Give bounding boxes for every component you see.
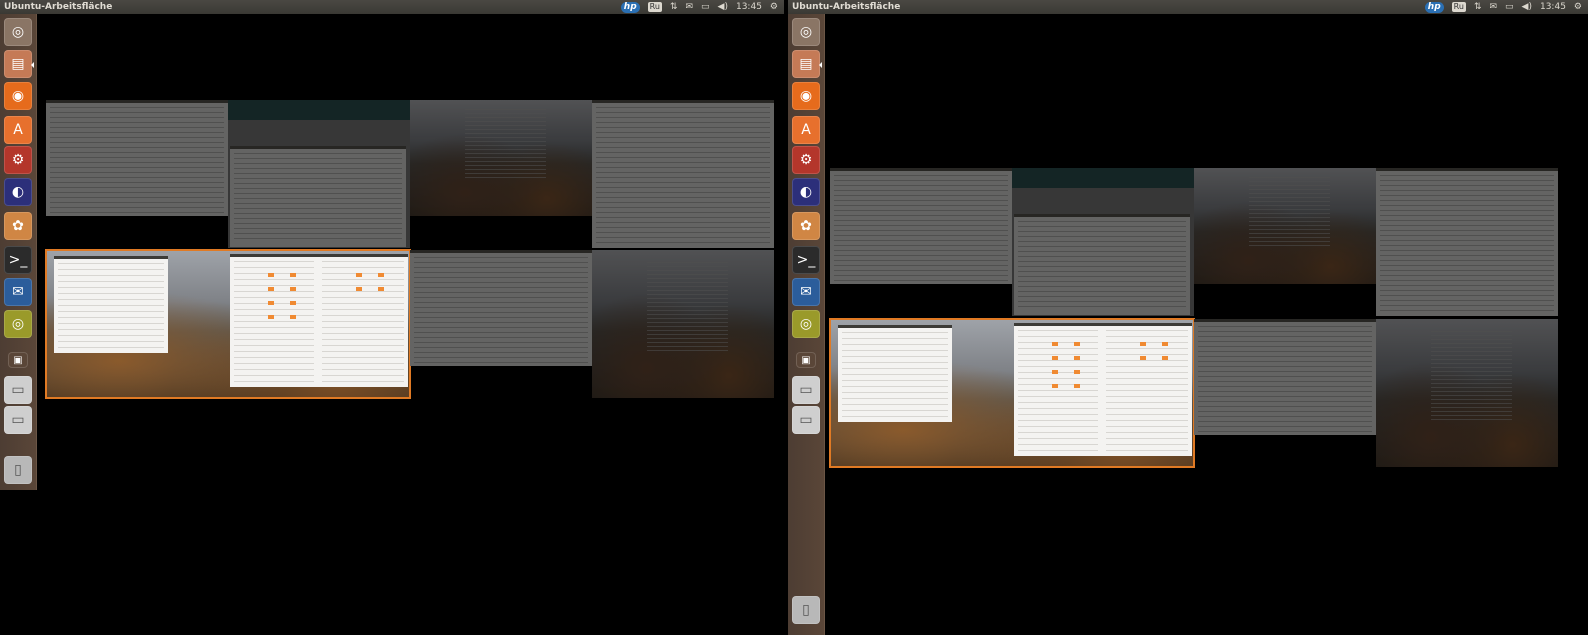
firefox-icon[interactable]: ◉ bbox=[4, 82, 32, 110]
files-icon[interactable]: ▤ bbox=[792, 50, 822, 78]
window-thumb-terminal-2[interactable] bbox=[1376, 319, 1558, 467]
keyboard-layout-indicator[interactable]: Ru bbox=[647, 2, 662, 12]
indicator-area: hp Ru ⇅ ✉ ▭ ◀) 13:45 ⚙ bbox=[1424, 0, 1588, 14]
left-monitor: Ubuntu-Arbeitsfläche hp Ru ⇅ ✉ ▭ ◀) 13:4… bbox=[0, 0, 784, 635]
window-thumb-browser[interactable] bbox=[1012, 168, 1194, 316]
hp-icon[interactable]: hp bbox=[620, 1, 640, 13]
image-viewer-icon[interactable]: ✿ bbox=[792, 212, 820, 240]
top-panel: Ubuntu-Arbeitsfläche hp Ru ⇅ ✉ ▭ ◀) 13:4… bbox=[0, 0, 784, 14]
top-panel: Ubuntu-Arbeitsfläche hp Ru ⇅ ✉ ▭ ◀) 13:4… bbox=[788, 0, 1588, 14]
session-gear-icon[interactable]: ⚙ bbox=[770, 0, 778, 14]
thunderbird-icon[interactable]: ✉ bbox=[792, 278, 820, 306]
software-center-icon[interactable]: A bbox=[4, 116, 32, 144]
window-thumb-terminal-1[interactable] bbox=[410, 100, 592, 216]
workspace-switcher-icon[interactable]: ▣ bbox=[8, 352, 28, 368]
files-icon[interactable]: ▤ bbox=[4, 50, 34, 78]
launcher: ◎ ▤ ◉ A ⚙ ◐ ✿ >_ ✉ ◎ ▣ ▭ ▭ ▯ bbox=[788, 14, 825, 635]
running-indicator bbox=[31, 62, 34, 68]
terminal-icon[interactable]: >_ bbox=[792, 246, 820, 274]
workspace-switcher-icon[interactable]: ▣ bbox=[796, 352, 816, 368]
thunderbird-icon[interactable]: ✉ bbox=[4, 278, 32, 306]
drive-icon-2[interactable]: ▭ bbox=[792, 406, 820, 434]
right-monitor: Ubuntu-Arbeitsfläche hp Ru ⇅ ✉ ▭ ◀) 13:4… bbox=[788, 0, 1588, 635]
window-thumb-eclipse[interactable] bbox=[592, 100, 774, 248]
session-gear-icon[interactable]: ⚙ bbox=[1574, 0, 1582, 14]
window-thumb-file-manager[interactable] bbox=[46, 100, 228, 216]
drive-icon-1[interactable]: ▭ bbox=[4, 376, 32, 404]
window-thumb-paint-selected[interactable] bbox=[830, 319, 1194, 467]
drive-icon-2[interactable]: ▭ bbox=[4, 406, 32, 434]
running-indicator bbox=[819, 62, 822, 68]
dash-home-icon[interactable]: ◎ bbox=[792, 18, 820, 46]
volume-icon[interactable]: ◀) bbox=[718, 0, 728, 14]
indicator-area: hp Ru ⇅ ✉ ▭ ◀) 13:45 ⚙ bbox=[620, 0, 784, 14]
volume-icon[interactable]: ◀) bbox=[1522, 0, 1532, 14]
rhythmbox-icon[interactable]: ◎ bbox=[4, 310, 32, 338]
drive-icon-1[interactable]: ▭ bbox=[792, 376, 820, 404]
window-thumb-paint-selected[interactable] bbox=[46, 250, 410, 398]
keyboard-layout-indicator[interactable]: Ru bbox=[1451, 2, 1466, 12]
eclipse-icon[interactable]: ◐ bbox=[4, 178, 32, 206]
panel-title: Ubuntu-Arbeitsfläche bbox=[792, 2, 901, 12]
battery-icon[interactable]: ▭ bbox=[701, 0, 710, 14]
window-thumb-terminal-2[interactable] bbox=[592, 250, 774, 398]
dash-home-icon[interactable]: ◎ bbox=[4, 18, 32, 46]
battery-icon[interactable]: ▭ bbox=[1505, 0, 1514, 14]
window-thumb-eclipse[interactable] bbox=[1376, 168, 1558, 316]
eclipse-icon[interactable]: ◐ bbox=[792, 178, 820, 206]
firefox-icon[interactable]: ◉ bbox=[792, 82, 820, 110]
panel-title: Ubuntu-Arbeitsfläche bbox=[4, 2, 113, 12]
terminal-icon[interactable]: >_ bbox=[4, 246, 32, 274]
mail-icon[interactable]: ✉ bbox=[1489, 0, 1497, 14]
rhythmbox-icon[interactable]: ◎ bbox=[792, 310, 820, 338]
network-icon[interactable]: ⇅ bbox=[670, 0, 678, 14]
trash-icon[interactable]: ▯ bbox=[4, 456, 32, 484]
window-thumb-terminal-1[interactable] bbox=[1194, 168, 1376, 284]
window-thumb-browser[interactable] bbox=[228, 100, 410, 248]
network-icon[interactable]: ⇅ bbox=[1474, 0, 1482, 14]
image-viewer-icon[interactable]: ✿ bbox=[4, 212, 32, 240]
hp-icon[interactable]: hp bbox=[1424, 1, 1444, 13]
system-settings-icon[interactable]: ⚙ bbox=[792, 146, 820, 174]
system-settings-icon[interactable]: ⚙ bbox=[4, 146, 32, 174]
trash-icon[interactable]: ▯ bbox=[792, 596, 820, 624]
clock[interactable]: 13:45 bbox=[736, 0, 762, 14]
clock[interactable]: 13:45 bbox=[1540, 0, 1566, 14]
mail-icon[interactable]: ✉ bbox=[685, 0, 693, 14]
software-center-icon[interactable]: A bbox=[792, 116, 820, 144]
launcher: ◎ ▤ ◉ A ⚙ ◐ ✿ >_ ✉ ◎ ▣ ▭ ▭ ▯ bbox=[0, 14, 37, 490]
window-thumb-editor[interactable] bbox=[410, 250, 592, 366]
window-thumb-editor[interactable] bbox=[1194, 319, 1376, 435]
window-thumb-file-manager[interactable] bbox=[830, 168, 1012, 284]
